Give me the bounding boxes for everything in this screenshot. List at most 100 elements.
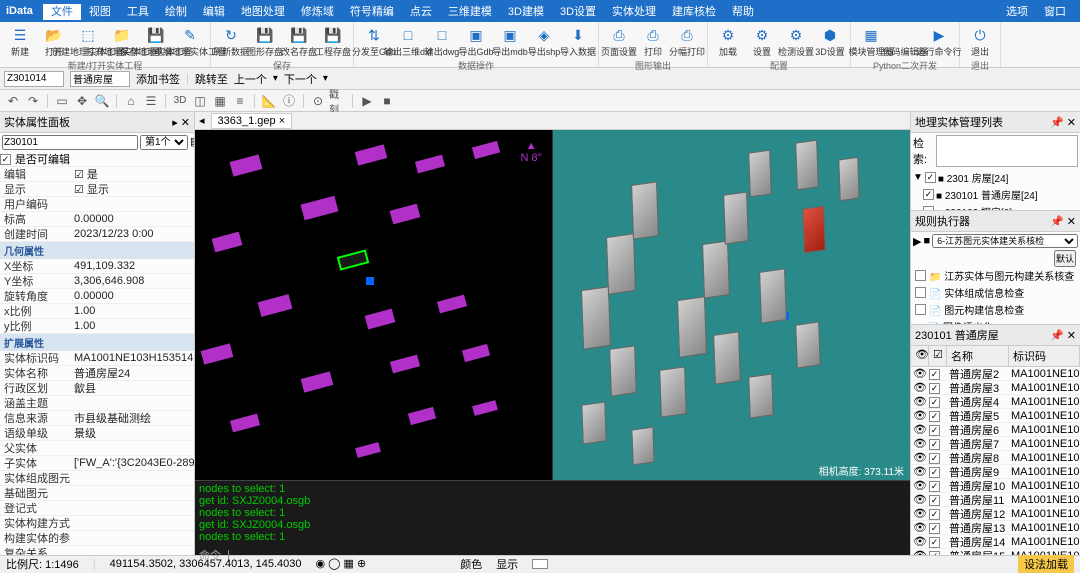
prop-row[interactable]: 登记式	[0, 501, 194, 516]
menu-6[interactable]: 修炼域	[293, 4, 342, 20]
building-2d[interactable]	[201, 343, 234, 364]
viewport-3d[interactable]: 相机高度: 373.11米	[552, 130, 910, 480]
ribbon-btn[interactable]: ⎙分幅打印	[671, 24, 703, 59]
prop-row[interactable]: 旋转角度0.00000	[0, 289, 194, 304]
building-2d[interactable]	[258, 294, 293, 317]
ribbon-btn[interactable]: ↻刷新数据	[215, 24, 247, 59]
tree-icon[interactable]: ☰	[142, 92, 160, 110]
ribbon-btn[interactable]: □输出三维dxf	[392, 24, 424, 59]
code-input[interactable]	[4, 71, 64, 87]
ribbon-btn[interactable]: ▶运行命令行	[923, 24, 955, 59]
building-2d[interactable]	[354, 144, 387, 165]
building-2d[interactable]	[229, 154, 262, 176]
rule-item[interactable]: 📄 图元构建信息检查	[911, 301, 1080, 318]
building-3d[interactable]	[795, 321, 821, 368]
menu-13[interactable]: 建库核检	[664, 4, 724, 20]
home-icon[interactable]: ⌂	[122, 92, 140, 110]
prop-row[interactable]: 创建时间2023/12/23 0:00	[0, 227, 194, 242]
ribbon-btn[interactable]: ⏻退出	[964, 24, 996, 59]
ribbon-btn[interactable]: □输出dwg	[426, 24, 458, 59]
building-2d[interactable]	[437, 295, 467, 314]
panel-pin-icon[interactable]: 📌 ✕	[1050, 116, 1076, 129]
prop-search[interactable]	[2, 135, 138, 150]
building-3d[interactable]	[581, 401, 606, 444]
tree-item[interactable]: ✓ ■ 230101 普通房屋[24]	[911, 186, 1080, 203]
col-check-icon[interactable]: ☑	[929, 346, 947, 366]
prop-row[interactable]: 用户编码	[0, 197, 194, 212]
prop-row[interactable]: 构建实体的参数	[0, 531, 194, 546]
prop-row[interactable]: 涵盖主题	[0, 396, 194, 411]
color-swatch[interactable]	[532, 559, 548, 569]
tree-item[interactable]: ▼ ✓ ■ 2301 房屋[24]	[911, 169, 1080, 186]
col-id[interactable]: 标识码	[1009, 346, 1080, 366]
rule-item[interactable]: 📄 图像语义化——showRelationMap...	[911, 318, 1080, 325]
prop-row[interactable]: X坐标491,109.332	[0, 259, 194, 274]
ribbon-btn[interactable]: ▣导出Gdb	[460, 24, 492, 59]
ribbon-btn[interactable]: ⚙设置	[746, 24, 778, 59]
play-icon[interactable]: ▶	[358, 92, 376, 110]
building-2d[interactable]	[212, 232, 243, 253]
ribbon-btn[interactable]: 💾改名存盘	[283, 24, 315, 59]
default-button[interactable]: 默认	[1054, 250, 1076, 267]
bookmark-label[interactable]: 添加书签	[136, 71, 180, 87]
select-icon[interactable]: ▭	[53, 92, 71, 110]
prop-row[interactable]: Y坐标3,306,646.908	[0, 274, 194, 289]
building-3d[interactable]	[749, 373, 774, 418]
prop-row[interactable]: x比例1.00	[0, 304, 194, 319]
building-2d[interactable]	[365, 309, 396, 330]
prop-row[interactable]: 实体构建方式	[0, 516, 194, 531]
ribbon-btn[interactable]: ⚙检测设置	[780, 24, 812, 59]
ribbon-btn[interactable]: ⬇导入数据	[562, 24, 594, 59]
prop-row[interactable]: 实体组成图元集	[0, 471, 194, 486]
prop-row[interactable]: 信息来源市县级基础测绘	[0, 411, 194, 426]
tab-prev-icon[interactable]: ◂	[199, 114, 205, 127]
rmenu[interactable]: 窗口	[1036, 1, 1074, 21]
prop-combo[interactable]: 第1个	[140, 135, 188, 150]
menu-9[interactable]: 三维建模	[440, 4, 500, 20]
menu-8[interactable]: 点云	[402, 4, 440, 20]
building-2d[interactable]	[415, 155, 445, 174]
building-3d[interactable]	[713, 331, 741, 384]
rule-pin-icon[interactable]: 📌 ✕	[1050, 215, 1076, 228]
rule-run-icon[interactable]: ▶	[913, 235, 921, 248]
building-2d[interactable]	[473, 400, 499, 416]
building-2d[interactable]	[408, 407, 436, 425]
building-3d[interactable]	[580, 286, 610, 350]
menu-7[interactable]: 符号精编	[342, 4, 402, 20]
building-2d[interactable]	[462, 344, 490, 362]
building-3d[interactable]	[838, 157, 859, 202]
menu-5[interactable]: 地图处理	[233, 4, 293, 20]
ribbon-btn[interactable]: ◈导出shp	[528, 24, 560, 59]
building-2d[interactable]	[336, 249, 369, 270]
building-3d[interactable]	[631, 426, 654, 465]
building-3d[interactable]	[677, 296, 707, 358]
grid-icon[interactable]: ▦	[211, 92, 229, 110]
prop-row[interactable]: 子实体['FW_A':'{3C2043E0-2897-...	[0, 456, 194, 471]
menu-3[interactable]: 绘制	[157, 4, 195, 20]
prop-row[interactable]: 行政区划歙县	[0, 381, 194, 396]
building-2d[interactable]	[301, 196, 339, 221]
building-3d[interactable]	[702, 240, 730, 298]
zoom-icon[interactable]: 🔍	[93, 92, 111, 110]
status-icon[interactable]: ◉ ◯ ▦ ⊕	[316, 557, 367, 570]
building-3d[interactable]	[723, 191, 749, 244]
ribbon-btn[interactable]: ⎙页面设置	[603, 24, 635, 59]
building-3d[interactable]	[802, 206, 826, 254]
prop-row[interactable]: 实体标识码MA1001NE103H15351422...	[0, 351, 194, 366]
prop-row[interactable]: 复杂关系	[0, 546, 194, 555]
prop-row[interactable]: 父实体	[0, 441, 194, 456]
prop-row[interactable]: 显示☑ 显示	[0, 182, 194, 197]
rmenu[interactable]: 选项	[998, 1, 1036, 21]
entity-search[interactable]	[936, 135, 1078, 167]
building-2d[interactable]	[301, 371, 334, 392]
next-btn[interactable]: 下一个	[284, 71, 317, 87]
panel-close-icon[interactable]: ▸ ✕	[172, 116, 190, 129]
menu-0[interactable]: 文件	[43, 4, 81, 20]
building-2d[interactable]	[390, 354, 420, 373]
ribbon-btn[interactable]: ⎙打印	[637, 24, 669, 59]
rule-item[interactable]: 📁 江苏实体与图元构建关系核查	[911, 267, 1080, 284]
building-3d[interactable]	[795, 139, 819, 190]
building-2d[interactable]	[390, 204, 421, 225]
building-2d[interactable]	[472, 141, 500, 159]
building-3d[interactable]	[631, 181, 659, 239]
